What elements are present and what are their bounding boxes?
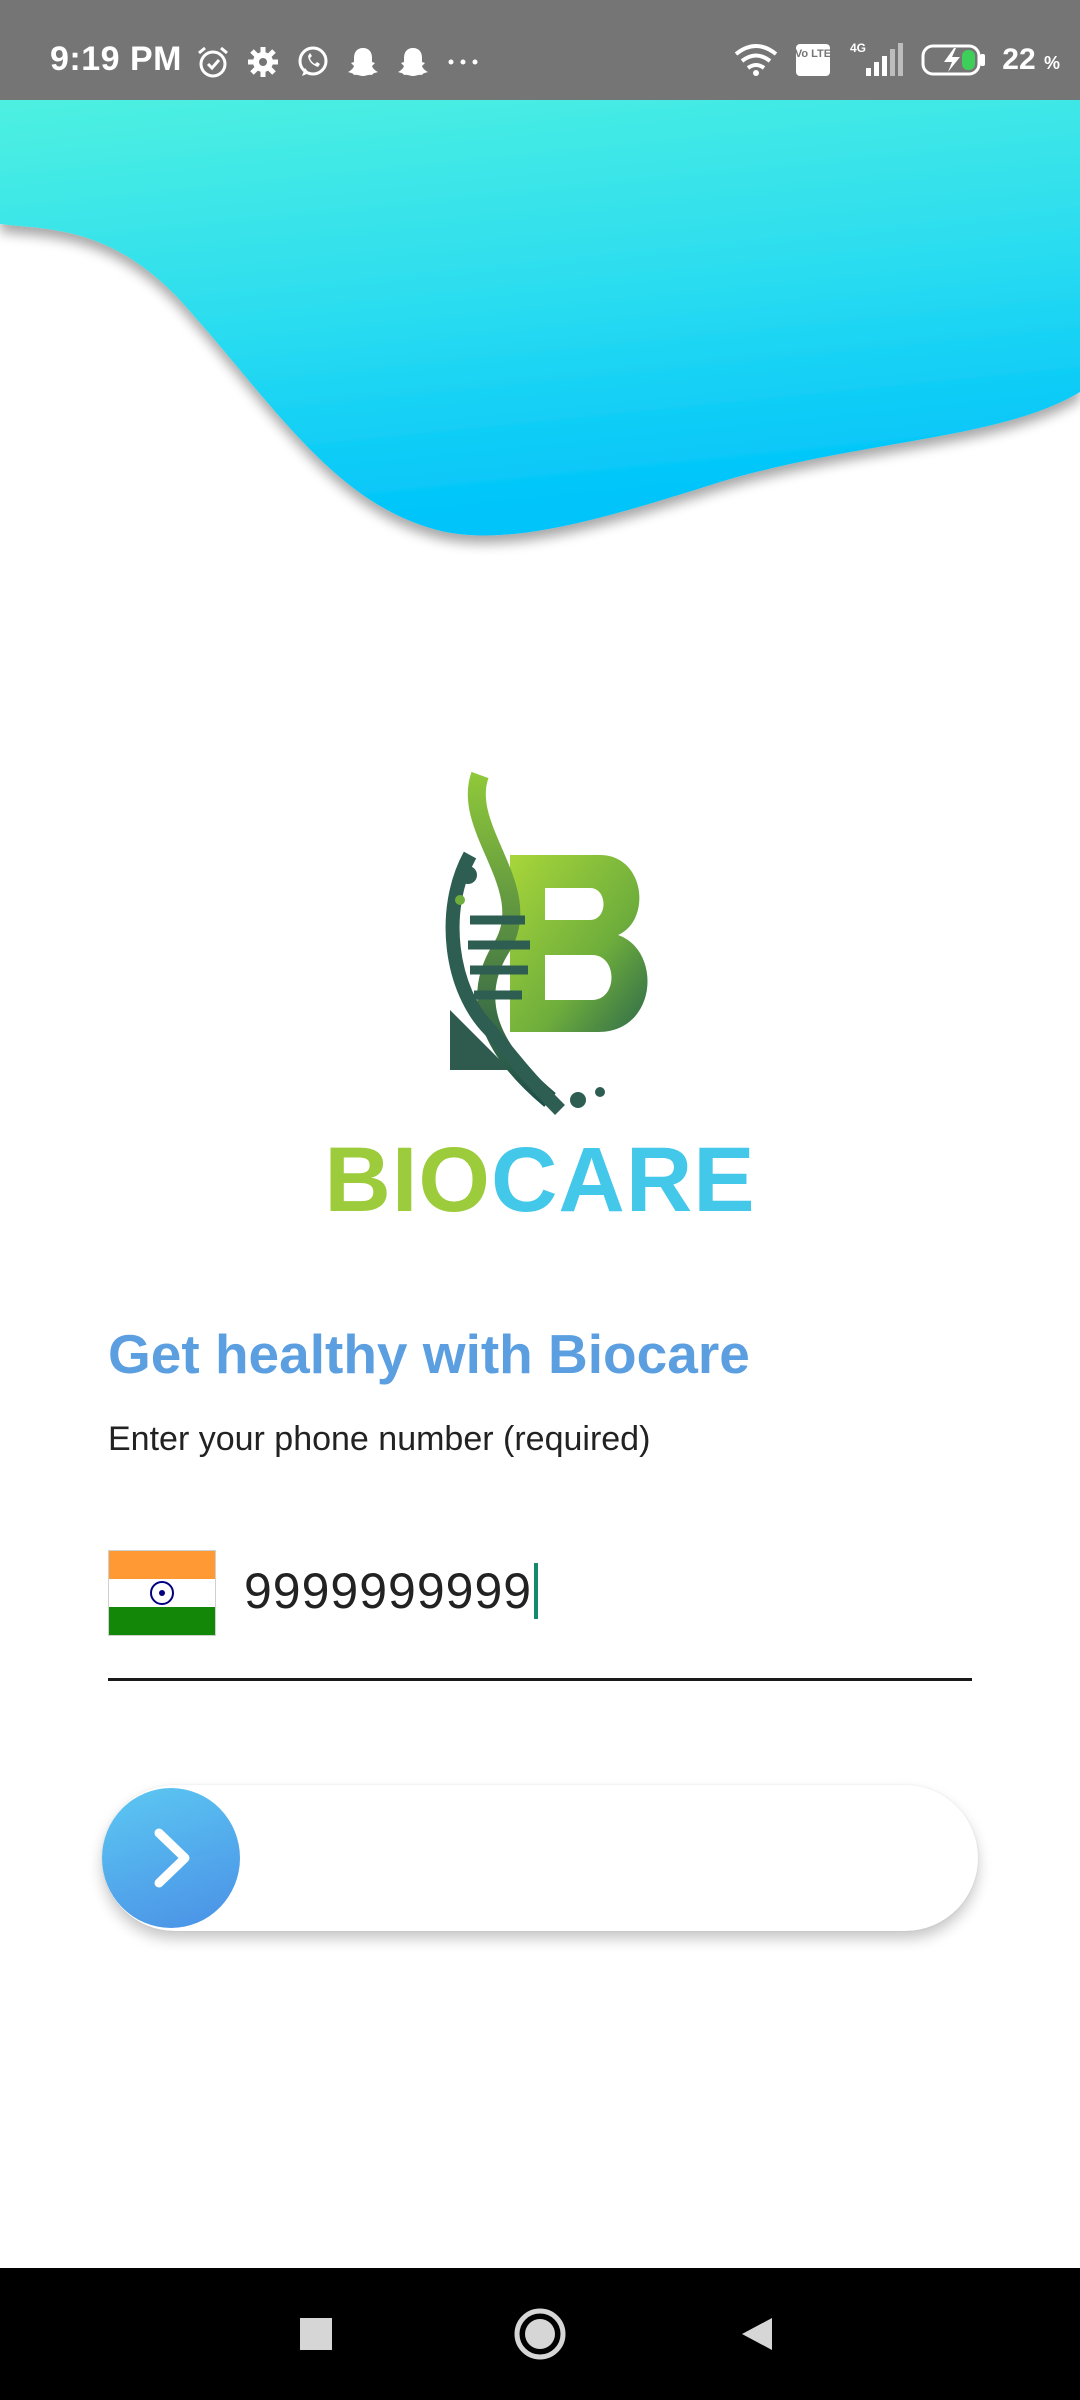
battery-charging-icon (921, 44, 986, 76)
page-title: Get healthy with Biocare (108, 1323, 750, 1385)
volte-icon: Vo LTE (795, 44, 831, 76)
back-button[interactable] (722, 2298, 794, 2370)
recents-button[interactable] (280, 2298, 352, 2370)
biocare-logo-icon (445, 771, 648, 1115)
phone-number-input[interactable]: 9999999999 (244, 1562, 539, 1620)
input-underline (108, 1678, 972, 1681)
home-circle-icon (514, 2308, 566, 2360)
system-icons: Vo LTE 4G 22 % (732, 40, 1060, 80)
battery-percent: 22 % (1002, 43, 1060, 76)
notification-icons (195, 44, 481, 80)
text-caret (534, 1563, 539, 1619)
system-nav-bar (0, 2268, 1080, 2400)
snapchat-icon (348, 48, 378, 76)
brand-part-bio: BIO (324, 1129, 491, 1231)
status-bar: 9:19 PM Vo LTE 4G 22 % (0, 0, 1080, 100)
phone-number-value: 9999999999 (244, 1563, 533, 1619)
alarm-icon (198, 46, 228, 78)
india-flag-icon[interactable] (108, 1550, 216, 1636)
brand-part-care: CARE (490, 1129, 756, 1231)
back-triangle-icon (742, 2318, 772, 2350)
header-wave (0, 100, 1080, 536)
whatsapp-icon (298, 46, 328, 76)
more-dots-icon (448, 59, 478, 65)
svg-text:Vo LTE: Vo LTE (795, 48, 831, 60)
snapchat-icon (398, 48, 428, 76)
phone-instruction: Enter your phone number (required) (108, 1420, 651, 1458)
home-button[interactable] (504, 2298, 576, 2370)
chevron-right-icon (154, 1828, 190, 1888)
svg-text:4G: 4G (850, 41, 866, 55)
slide-to-continue-knob[interactable] (102, 1788, 240, 1928)
wifi-icon (735, 44, 778, 76)
brand-wordmark: BIOCARE (0, 1128, 1080, 1233)
status-time: 9:19 PM (50, 40, 182, 78)
gear-icon (248, 47, 278, 77)
signal-4g-icon: 4G (850, 41, 904, 76)
recents-square-icon (300, 2318, 332, 2350)
